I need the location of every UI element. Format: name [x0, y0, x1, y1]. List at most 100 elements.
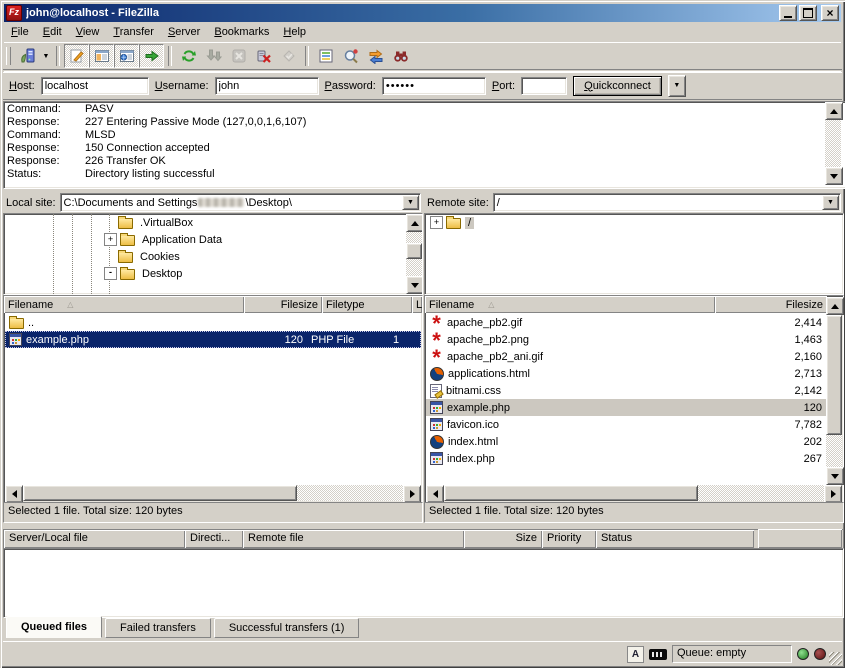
- file-modified: [389, 314, 421, 331]
- site-manager-dropdown[interactable]: ▼: [40, 45, 52, 67]
- column-header-filename[interactable]: Filename△: [4, 296, 244, 313]
- toggle-local-tree-button[interactable]: [89, 44, 114, 68]
- quickconnect-button[interactable]: Quickconnect: [573, 76, 662, 96]
- remote-site-combo[interactable]: / ▼: [493, 193, 841, 212]
- queue-column-header[interactable]: Priority: [542, 530, 596, 548]
- log-line: Response:227 Entering Passive Mode (127,…: [7, 116, 845, 129]
- local-tree-scrollbar[interactable]: [406, 214, 422, 294]
- port-input[interactable]: [521, 77, 567, 95]
- local-list-hscrollbar[interactable]: [5, 485, 421, 501]
- scroll-left-button[interactable]: [426, 485, 444, 503]
- scroll-right-button[interactable]: [403, 485, 421, 503]
- file-row[interactable]: apache_pb2.png 1,463: [426, 331, 826, 348]
- queue-tab[interactable]: Successful transfers (1): [214, 618, 360, 638]
- tree-item[interactable]: Desktop: [4, 265, 422, 282]
- menu-item[interactable]: View: [69, 24, 107, 40]
- close-button[interactable]: ×: [821, 5, 839, 21]
- queue-tab[interactable]: Queued files: [6, 616, 102, 638]
- file-row[interactable]: example.php 120 PHP File 1: [5, 331, 421, 348]
- scroll-thumb[interactable]: [406, 243, 422, 259]
- queue-column-header[interactable]: Directi...: [185, 530, 243, 548]
- scroll-down-button[interactable]: [825, 167, 843, 185]
- username-input[interactable]: [215, 77, 319, 95]
- toolbar-grip[interactable]: [6, 47, 11, 65]
- synchronized-browsing-button[interactable]: [363, 44, 388, 68]
- tree-expander[interactable]: [104, 217, 115, 228]
- remote-list-hscrollbar[interactable]: [426, 485, 842, 501]
- menu-item[interactable]: Bookmarks: [207, 24, 276, 40]
- column-header-filesize[interactable]: Filesize: [244, 296, 322, 313]
- local-site-combo[interactable]: C:\Documents and Settings\Desktop\ ▼: [60, 193, 421, 212]
- site-manager-button[interactable]: [15, 44, 40, 68]
- scroll-left-button[interactable]: [5, 485, 23, 503]
- toggle-remote-tree-button[interactable]: [114, 44, 139, 68]
- quickconnect-dropdown[interactable]: ▼: [668, 75, 686, 97]
- tree-item[interactable]: Cookies: [4, 248, 422, 265]
- column-header-filesize[interactable]: Filesize: [715, 296, 827, 313]
- resize-grip[interactable]: [829, 652, 842, 665]
- combo-dropdown-arrow[interactable]: ▼: [402, 195, 419, 210]
- queue-tab[interactable]: Failed transfers: [105, 618, 211, 638]
- menu-item[interactable]: Server: [161, 24, 207, 40]
- file-row[interactable]: apache_pb2_ani.gif 2,160: [426, 348, 826, 365]
- remote-list-scrollbar[interactable]: [826, 297, 842, 485]
- queue-column-header[interactable]: Remote file: [243, 530, 464, 548]
- scroll-up-button[interactable]: [825, 102, 843, 120]
- cancel-operation-button[interactable]: [226, 44, 251, 68]
- titlebar: Fz john@localhost - FileZilla ×: [4, 4, 841, 22]
- file-row[interactable]: applications.html 2,713: [426, 365, 826, 382]
- menu-item[interactable]: Edit: [36, 24, 69, 40]
- menu-item[interactable]: File: [4, 24, 36, 40]
- menu-item[interactable]: Transfer: [106, 24, 161, 40]
- find-files-button[interactable]: [388, 44, 413, 68]
- menu-item[interactable]: Help: [276, 24, 313, 40]
- file-row[interactable]: index.php 267: [426, 450, 826, 467]
- toggle-transfer-queue-button[interactable]: [139, 44, 164, 68]
- combo-dropdown-arrow[interactable]: ▼: [822, 195, 839, 210]
- tree-expander[interactable]: [104, 251, 115, 262]
- file-row[interactable]: index.html 202: [426, 433, 826, 450]
- tree-item[interactable]: Application Data: [4, 231, 422, 248]
- queue-column-header[interactable]: Server/Local file: [4, 530, 185, 548]
- file-row[interactable]: bitnami.css 2,142: [426, 382, 826, 399]
- tree-expander[interactable]: [104, 233, 117, 246]
- host-input[interactable]: [41, 77, 149, 95]
- toggle-message-log-button[interactable]: [64, 44, 89, 68]
- scroll-up-button[interactable]: [826, 297, 844, 315]
- scroll-right-button[interactable]: [824, 485, 842, 503]
- directory-filters-button[interactable]: [313, 44, 338, 68]
- queue-column-header[interactable]: Status: [596, 530, 754, 548]
- scroll-down-button[interactable]: [406, 276, 423, 294]
- password-input[interactable]: [382, 77, 486, 95]
- process-queue-button[interactable]: [201, 44, 226, 68]
- scroll-up-button[interactable]: [406, 214, 423, 232]
- column-header-lastmodified[interactable]: L: [412, 296, 422, 313]
- queue-list[interactable]: [3, 548, 844, 618]
- tree-expander[interactable]: [104, 267, 117, 280]
- scroll-down-button[interactable]: [826, 467, 844, 485]
- log-line-label: Response:: [7, 116, 85, 129]
- disconnect-button[interactable]: [251, 44, 276, 68]
- minimize-button[interactable]: [779, 5, 797, 21]
- tree-expander[interactable]: [430, 216, 443, 229]
- log-scrollbar[interactable]: [825, 102, 841, 185]
- column-header-filetype[interactable]: Filetype: [322, 296, 412, 313]
- scroll-thumb[interactable]: [23, 485, 297, 501]
- tree-item[interactable]: /: [425, 214, 843, 231]
- maximize-button[interactable]: [799, 5, 817, 21]
- remote-site-row: Remote site: / ▼: [427, 193, 841, 212]
- file-row[interactable]: favicon.ico 7,782: [426, 416, 826, 433]
- file-row[interactable]: ..: [5, 314, 421, 331]
- column-header-filename[interactable]: Filename△: [425, 296, 715, 313]
- file-row[interactable]: example.php 120: [426, 399, 826, 416]
- scroll-thumb[interactable]: [826, 315, 842, 435]
- scroll-thumb[interactable]: [444, 485, 698, 501]
- file-row[interactable]: apache_pb2.gif 2,414: [426, 314, 826, 331]
- remote-site-label: Remote site:: [427, 197, 489, 209]
- reconnect-button[interactable]: [276, 44, 301, 68]
- queue-column-header[interactable]: Size: [464, 530, 542, 548]
- directory-comparison-button[interactable]: [338, 44, 363, 68]
- refresh-button[interactable]: [176, 44, 201, 68]
- tree-item[interactable]: .VirtualBox: [4, 214, 422, 231]
- speed-limits-icon[interactable]: [649, 649, 667, 660]
